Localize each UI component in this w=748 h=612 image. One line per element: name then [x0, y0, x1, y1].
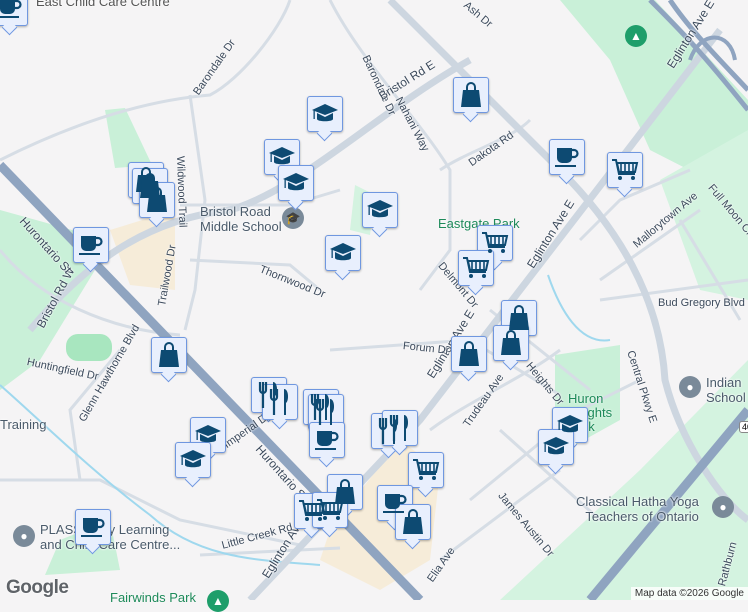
- map-attribution[interactable]: Map data ©2026 Google: [630, 587, 748, 600]
- shopping-bag-icon: [509, 305, 529, 330]
- graduation-cap-icon: [543, 437, 569, 455]
- fork-knife-icon: [389, 415, 409, 441]
- marker-graduation-cap[interactable]: [278, 165, 314, 201]
- shopping-cart-icon: [612, 159, 639, 180]
- marker-graduation-cap[interactable]: [362, 192, 398, 228]
- fork-knife-icon: [315, 399, 335, 425]
- school-pin-icon[interactable]: 🎓: [282, 207, 304, 229]
- street-label: Bud Gregory Blvd: [658, 297, 745, 309]
- marker-graduation-cap[interactable]: [175, 442, 211, 478]
- place-bristol-road-middle-school[interactable]: Bristol Road Middle School: [200, 204, 282, 234]
- marker-coffee-cup[interactable]: [0, 0, 28, 26]
- place-training[interactable]: Training: [0, 417, 46, 432]
- place-pin-icon[interactable]: ●: [712, 496, 734, 518]
- graduation-cap-icon: [180, 450, 206, 468]
- place-pin-icon[interactable]: ●: [13, 525, 35, 547]
- graduation-cap-icon: [557, 415, 583, 433]
- graduation-cap-icon: [330, 243, 356, 261]
- marker-fork-knife[interactable]: [262, 384, 298, 420]
- creek-east: [547, 274, 611, 342]
- marker-shopping-bag[interactable]: [453, 77, 489, 113]
- graduation-cap-icon: [312, 104, 338, 122]
- shopping-bag-icon: [459, 341, 479, 366]
- marker-fork-knife[interactable]: [382, 410, 418, 446]
- shopping-cart-icon: [463, 257, 490, 278]
- park-pin-icon[interactable]: ▲: [625, 25, 647, 47]
- coffee-cup-icon: [315, 431, 339, 450]
- coffee-cup-icon: [81, 518, 105, 537]
- coffee-cup-icon: [555, 148, 579, 167]
- graduation-cap-icon: [367, 200, 393, 218]
- shopping-bag-icon: [147, 187, 167, 212]
- shopping-bag-icon: [461, 82, 481, 107]
- street-label: Wildwood Trail: [174, 155, 189, 228]
- park-pin-icon[interactable]: ▲: [207, 590, 229, 612]
- graduation-cap-icon: [269, 147, 295, 165]
- shopping-cart-icon: [413, 459, 440, 480]
- marker-coffee-cup[interactable]: [309, 422, 345, 458]
- marker-coffee-cup[interactable]: [75, 509, 111, 545]
- shopping-bag-icon: [501, 330, 521, 355]
- coffee-cup-icon: [0, 0, 22, 18]
- place-fairwinds-park[interactable]: Fairwinds Park: [110, 590, 196, 605]
- shopping-cart-icon: [482, 232, 509, 253]
- google-logo: Google: [6, 577, 69, 598]
- marker-shopping-cart[interactable]: [408, 452, 444, 488]
- shopping-cart-icon: [317, 499, 344, 520]
- place-indian-school[interactable]: Indian School: [706, 375, 746, 405]
- street-label: East Child Care Centre: [36, 0, 170, 9]
- highway-shield: 403: [739, 421, 748, 433]
- marker-coffee-cup[interactable]: [73, 227, 109, 263]
- shopping-bag-icon: [403, 509, 423, 534]
- marker-shopping-cart[interactable]: [607, 152, 643, 188]
- coffee-cup-icon: [79, 236, 103, 255]
- marker-shopping-bag[interactable]: [451, 336, 487, 372]
- marker-coffee-cup[interactable]: [549, 139, 585, 175]
- marker-shopping-bag[interactable]: [151, 337, 187, 373]
- marker-graduation-cap[interactable]: [307, 96, 343, 132]
- marker-graduation-cap[interactable]: [325, 235, 361, 271]
- graduation-cap-icon: [195, 425, 221, 443]
- graduation-cap-icon: [283, 173, 309, 191]
- shopping-bag-icon: [159, 342, 179, 367]
- place-classical-hatha-yoga[interactable]: Classical Hatha Yoga Teachers of Ontario: [576, 494, 699, 524]
- place-pin-icon[interactable]: ●: [679, 376, 701, 398]
- marker-shopping-cart[interactable]: [458, 250, 494, 286]
- fork-knife-icon: [269, 389, 289, 415]
